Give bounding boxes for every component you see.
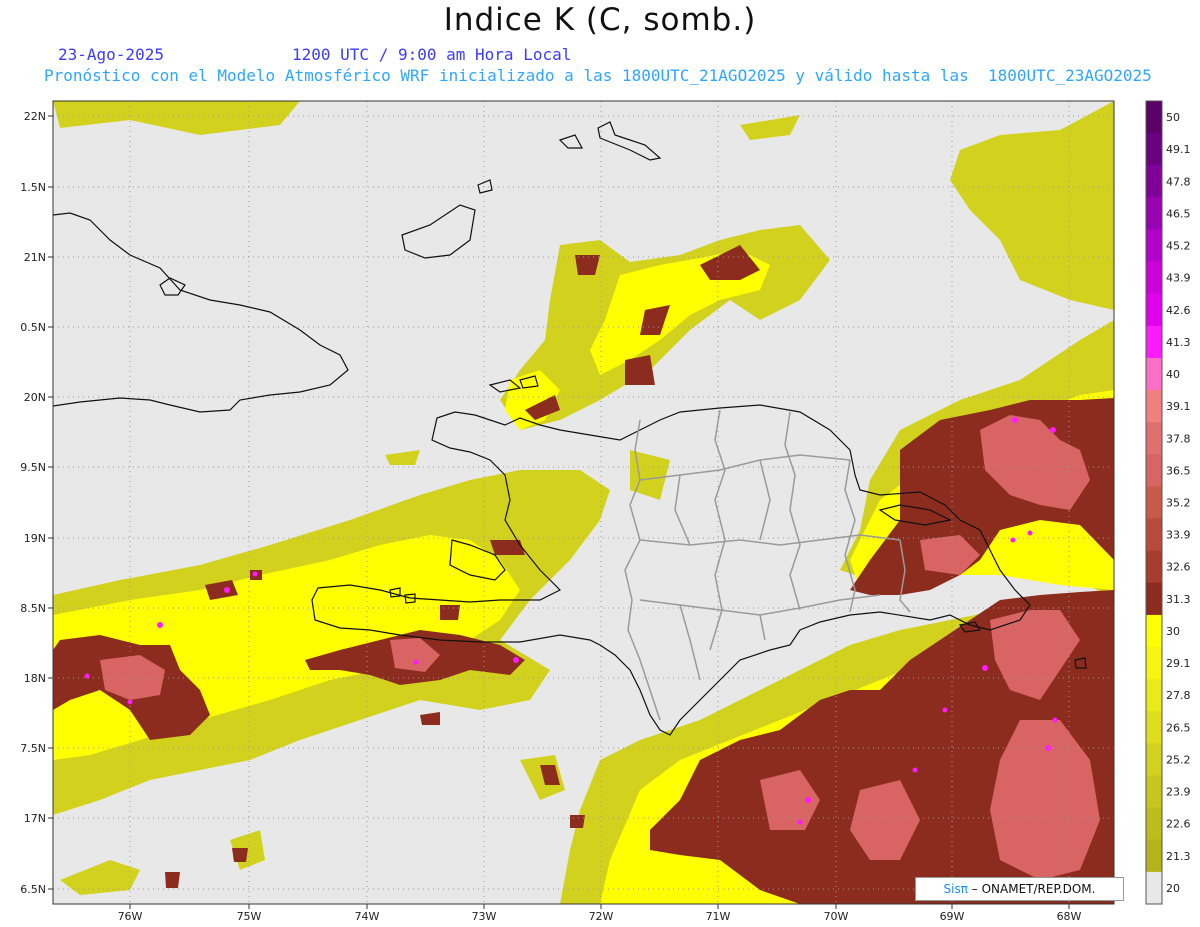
colorbar-label: 25.2 <box>1166 753 1191 766</box>
lat-label: 17N <box>24 812 46 825</box>
colorbar-swatch <box>1146 422 1162 455</box>
colorbar-label: 31.3 <box>1166 593 1191 606</box>
colorbar-label: 26.5 <box>1166 721 1191 734</box>
colorbar-label: 47.8 <box>1166 175 1191 188</box>
colorbar-swatch <box>1146 518 1162 552</box>
lon-label: 69W <box>940 910 965 923</box>
colorbar-label: 36.5 <box>1166 464 1191 477</box>
sispi-logo-text: Sisπ <box>943 882 968 896</box>
colorbar-label: 46.5 <box>1166 207 1191 220</box>
lat-label: 22N <box>24 110 46 123</box>
lon-label: 74W <box>355 910 380 923</box>
colorbar-label: 32.6 <box>1166 561 1191 574</box>
colorbar-swatch <box>1146 197 1162 230</box>
colorbar-swatch <box>1146 133 1162 166</box>
colorbar-label: 49.1 <box>1166 143 1191 156</box>
lat-label: 20N <box>24 391 46 404</box>
colorbar-label: 20 <box>1166 882 1180 895</box>
colorbar-swatch <box>1146 711 1162 744</box>
lon-label: 75W <box>237 910 262 923</box>
latitude-axis: 22N 1.5N 21N 0.5N 20N 9.5N 19N 8.5N 18N … <box>20 110 53 896</box>
credit-box: Sisπ – ONAMET/REP.DOM. <box>915 877 1124 901</box>
colorbar-swatch <box>1146 261 1162 295</box>
colorbar-label: 27.8 <box>1166 689 1191 702</box>
k-index-map: 22N 1.5N 21N 0.5N 20N 9.5N 19N 8.5N 18N … <box>20 100 1191 923</box>
colorbar-swatch <box>1146 743 1162 777</box>
colorbar-swatch <box>1146 839 1162 873</box>
colorbar-label: 50 <box>1166 111 1180 124</box>
lat-label: 19N <box>24 532 46 545</box>
colorbar-label: 40 <box>1166 368 1180 381</box>
colorbar-label: 30 <box>1166 625 1180 638</box>
colorbar-swatch <box>1146 807 1162 841</box>
colorbar-swatch <box>1146 454 1162 487</box>
lat-label: 1.5N <box>20 181 46 194</box>
colorbar-swatch <box>1146 293 1162 327</box>
colorbar-swatch <box>1146 679 1162 712</box>
colorbar-swatch <box>1146 325 1162 359</box>
colorbar-label: 43.9 <box>1166 272 1191 285</box>
colorbar-label: 37.8 <box>1166 432 1191 445</box>
colorbar-swatch <box>1146 775 1162 809</box>
colorbar-swatch <box>1146 390 1162 423</box>
colorbar-label: 33.9 <box>1166 529 1191 542</box>
colorbar-swatch <box>1146 871 1162 905</box>
lat-label: 9.5N <box>20 461 46 474</box>
lon-label: 68W <box>1057 910 1082 923</box>
colorbar-swatch <box>1146 614 1162 648</box>
lat-label: 18N <box>24 672 46 685</box>
lon-label: 73W <box>472 910 497 923</box>
colorbar-label: 21.3 <box>1166 850 1191 863</box>
lat-label: 7.5N <box>20 742 46 755</box>
colorbar-swatch <box>1146 229 1162 263</box>
lat-label: 8.5N <box>20 602 46 615</box>
credit-org: – ONAMET/REP.DOM. <box>967 882 1096 896</box>
longitude-axis: 76W 75W 74W 73W 72W 71W 70W 69W 68W <box>118 904 1082 923</box>
colorbar-swatch <box>1146 165 1162 198</box>
lat-label: 21N <box>24 251 46 264</box>
colorbar-swatch <box>1146 357 1162 391</box>
colorbar-label: 22.6 <box>1166 818 1191 831</box>
colorbar-legend: 50 49.1 47.8 46.5 45.2 43.9 42.6 41.3 40 39.1 37.8… <box>1145 100 1191 905</box>
lat-label: 6.5N <box>20 883 46 896</box>
colorbar-label: 39.1 <box>1166 400 1191 413</box>
colorbar-swatch <box>1146 550 1162 584</box>
colorbar-swatch <box>1146 582 1162 616</box>
colorbar-swatch <box>1146 647 1162 680</box>
colorbar-label: 45.2 <box>1166 240 1191 253</box>
colorbar-label: 23.9 <box>1166 786 1191 799</box>
lat-label: 0.5N <box>20 321 46 334</box>
colorbar-label: 42.6 <box>1166 304 1191 317</box>
lon-label: 76W <box>118 910 143 923</box>
colorbar-label: 35.2 <box>1166 497 1191 510</box>
colorbar-label: 29.1 <box>1166 657 1191 670</box>
colorbar-swatch <box>1146 486 1162 520</box>
lon-label: 72W <box>589 910 614 923</box>
lon-label: 71W <box>706 910 731 923</box>
lon-label: 70W <box>824 910 849 923</box>
colorbar-swatch <box>1146 101 1162 134</box>
colorbar-label: 41.3 <box>1166 336 1191 349</box>
